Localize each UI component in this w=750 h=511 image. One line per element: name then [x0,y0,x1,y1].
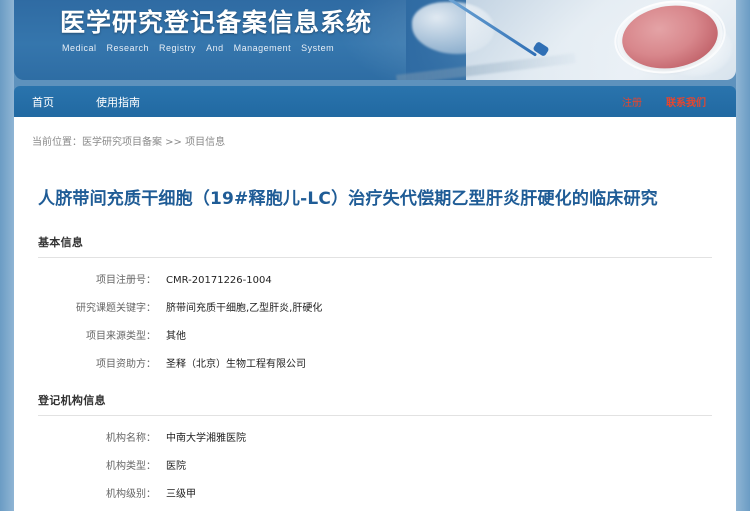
page-root: 医学研究登记备案信息系统 Medical Research Registry And M… [0,0,750,511]
field-row: 机构名称： 中南大学湘雅医院 [38,429,712,444]
site-title-en-word: Management [233,43,292,53]
nav-item-guide[interactable]: 使用指南 [96,94,140,110]
section-header: 登记机构信息 [38,392,712,416]
site-banner: 医学研究登记备案信息系统 Medical Research Registry And M… [14,0,736,80]
nav-link-register[interactable]: 注册 [622,94,642,109]
site-title-en-word: Research [106,43,150,53]
page-left-rail [0,0,14,511]
content-panel: 当前位置：医学研究项目备案 >> 项目信息 人脐带间充质干细胞（19#释胞儿-L… [14,117,736,511]
banner-title-block: 医学研究登记备案信息系统 Medical Research Registry And M… [60,6,372,53]
field-row: 研究课题关键字： 脐带间充质干细胞,乙型肝炎,肝硬化 [38,299,712,314]
sections-container: 基本信息项目注册号： CMR-20171226-1004 研究课题关键字： 脐带间充质… [14,234,736,511]
section-registry-info: 登记机构信息机构名称：中南大学湘雅医院机构类型：医院机构级别：三级甲所属省份：湖… [38,392,712,511]
field-row: 项目资助方： 圣释（北京）生物工程有限公司 [38,355,712,370]
site-title-en: Medical Research Registry And Management Syst… [62,43,372,53]
field-value: CMR-20171226-1004 [166,275,272,286]
field-label: 机构名称： [106,433,156,444]
breadcrumb: 当前位置：医学研究项目备案 >> 项目信息 [32,137,226,148]
section-header: 基本信息 [38,234,712,258]
field-value: 脐带间充质干细胞,乙型肝炎,肝硬化 [166,303,323,314]
site-title-en-word: Medical [62,43,97,53]
section-basic-info: 基本信息项目注册号： CMR-20171226-1004 研究课题关键字： 脐带间充质… [38,234,712,370]
site-title-en-word: System [301,43,335,53]
nav-item-home[interactable]: 首页 [32,94,54,110]
nav-link-contact[interactable]: 联系我们 [666,94,706,109]
navbar-right-group: 注册 联系我们 [598,86,706,117]
main-navbar: 首页 使用指南 注册 联系我们 [14,86,736,117]
field-row: 机构类型： 医院 [38,457,712,472]
banner-lab-photo [396,0,736,80]
field-label: 机构级别： [106,489,156,500]
page-title: 人脐带间充质干细胞（19#释胞儿-LC）治疗失代偿期乙型肝炎肝硬化的临床研究 [38,189,658,209]
field-label: 项目来源类型： [86,331,156,342]
field-label: 机构类型： [106,461,156,472]
field-row: 项目注册号： CMR-20171226-1004 [38,271,712,286]
field-value: 其他 [166,331,186,342]
field-value: 中南大学湘雅医院 [166,433,246,444]
field-value: 三级甲 [166,489,196,500]
field-row: 项目来源类型： 其他 [38,327,712,342]
page-right-rail [736,0,750,511]
field-value: 圣释（北京）生物工程有限公司 [166,359,306,370]
field-label: 项目注册号： [96,275,156,286]
site-title-en-word: Registry [159,43,197,53]
field-label: 项目资助方： [96,359,156,370]
navbar-left-group: 首页 使用指南 [32,86,182,117]
site-title-cn: 医学研究登记备案信息系统 [60,8,373,37]
site-title-en-word: And [206,43,224,53]
field-value: 医院 [166,461,186,472]
field-row: 机构级别： 三级甲 [38,485,712,500]
field-label: 研究课题关键字： [76,303,156,314]
